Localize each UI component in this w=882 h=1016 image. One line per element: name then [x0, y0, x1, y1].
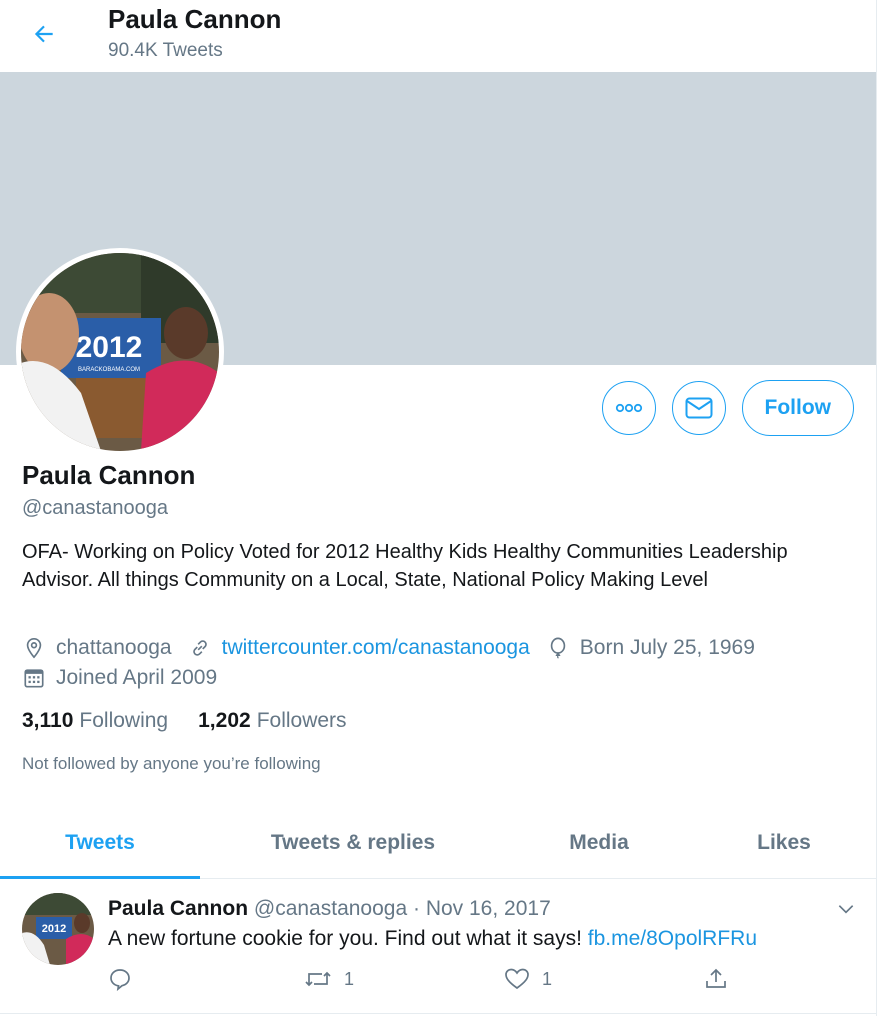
profile-bio: OFA- Working on Policy Voted for 2012 He…: [22, 541, 788, 591]
reply-button[interactable]: [108, 967, 144, 991]
more-button[interactable]: [601, 381, 656, 435]
retweet-button[interactable]: 1: [304, 967, 354, 991]
followers-link[interactable]: 1,202 Followers: [198, 709, 346, 733]
profile-handle: @canastanooga: [22, 497, 168, 519]
followers-count: 1,202: [198, 709, 251, 732]
profile-website-link[interactable]: twittercounter.com/canastanooga: [222, 636, 530, 660]
share-button[interactable]: [704, 967, 740, 991]
not-followed-note: Not followed by anyone you’re following: [22, 754, 321, 773]
balloon-icon: [546, 636, 570, 660]
profile-joined-row: Joined April 2009: [22, 666, 217, 690]
tab-tweets-replies[interactable]: Tweets & replies: [200, 808, 506, 878]
location-icon: [22, 636, 46, 660]
heart-icon: [504, 967, 530, 991]
profile-joined: Joined April 2009: [56, 666, 218, 689]
tab-media[interactable]: Media: [506, 808, 692, 878]
tweet-body: A new fortune cookie for you. Find out w…: [108, 927, 582, 950]
profile-meta: chattanooga twittercounter.com/canastano…: [22, 636, 755, 660]
avatar-sign-sub: BARACKOBAMA.COM: [78, 367, 140, 373]
tweet-header: Paula Cannon @canastanooga · Nov 16, 201…: [108, 897, 551, 921]
message-button[interactable]: [671, 381, 726, 435]
header-title: Paula Cannon: [108, 4, 282, 34]
profile-birthday: Born July 25, 1969: [579, 636, 755, 659]
top-header: Paula Cannon 90.4K Tweets: [0, 0, 876, 72]
back-button[interactable]: [24, 14, 64, 54]
tweet-avatar-sign-text: 2012: [42, 923, 66, 935]
back-arrow-icon: [34, 25, 53, 43]
link-icon: [188, 636, 212, 660]
like-button[interactable]: 1: [504, 967, 552, 991]
envelope-icon: [685, 397, 712, 419]
tweet-link[interactable]: fb.me/8OpolRFRu: [588, 927, 757, 950]
tweet-actions: 1 1: [108, 967, 748, 997]
profile-avatar[interactable]: 2012 BARACKOBAMA.COM: [16, 248, 224, 456]
more-icon: [615, 403, 642, 413]
tweet-menu-button[interactable]: [836, 899, 856, 924]
profile-name: Paula Cannon: [22, 460, 196, 490]
profile-stats: 3,110 Following 1,202 Followers: [22, 709, 347, 733]
tweet-text: A new fortune cookie for you. Find out w…: [108, 927, 757, 951]
chevron-down-icon: [838, 905, 854, 914]
following-count: 3,110: [22, 709, 74, 732]
tab-likes[interactable]: Likes: [692, 808, 876, 878]
header-tweet-count: 90.4K Tweets: [108, 40, 223, 61]
retweet-count: 1: [344, 968, 355, 989]
tweet-author-name[interactable]: Paula Cannon: [108, 897, 248, 920]
profile-location: chattanooga: [56, 636, 172, 659]
following-link[interactable]: 3,110 Following: [22, 709, 168, 733]
tweet-separator: ·: [412, 897, 420, 920]
following-label: Following: [79, 709, 169, 732]
like-count: 1: [542, 968, 553, 989]
calendar-icon: [22, 666, 46, 690]
retweet-icon: [304, 967, 332, 991]
profile-actions: Follow: [601, 380, 854, 436]
tweet-date[interactable]: Nov 16, 2017: [426, 897, 551, 920]
tweet-author-handle[interactable]: @canastanooga: [254, 897, 407, 920]
share-icon: [704, 967, 728, 991]
follow-button[interactable]: Follow: [741, 380, 854, 436]
tab-tweets[interactable]: Tweets: [0, 808, 200, 878]
followers-label: Followers: [256, 709, 347, 732]
tweet-avatar[interactable]: 2012: [22, 893, 94, 965]
avatar-sign-text: 2012: [76, 331, 143, 364]
profile-page: Paula Cannon 90.4K Tweets 2012 BARACKOBA…: [0, 0, 877, 1016]
tweet-item[interactable]: 2012 Paula Cannon @canastanooga · Nov 16…: [0, 879, 876, 1014]
reply-icon: [108, 967, 132, 991]
profile-tabs: Tweets Tweets & replies Media Likes: [0, 808, 876, 879]
